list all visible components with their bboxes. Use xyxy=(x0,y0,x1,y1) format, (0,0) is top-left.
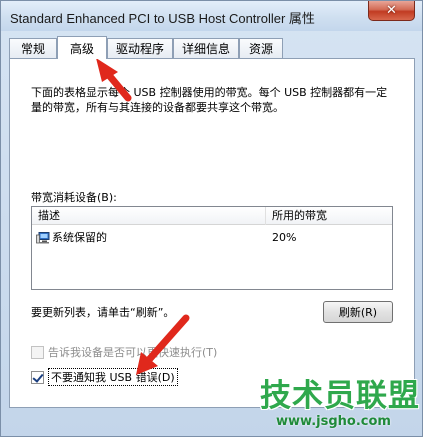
arrow-to-usb-error-checkbox-icon xyxy=(136,314,190,375)
tab-advanced[interactable]: 高级 xyxy=(57,36,107,59)
watermark-brand: 技术员联盟 xyxy=(260,378,420,414)
watermark-url: www.jsgho.com xyxy=(276,414,391,429)
site-watermark: 技术员联盟 www.jsgho.com xyxy=(256,370,421,436)
arrow-to-advanced-tab-icon xyxy=(96,58,132,102)
